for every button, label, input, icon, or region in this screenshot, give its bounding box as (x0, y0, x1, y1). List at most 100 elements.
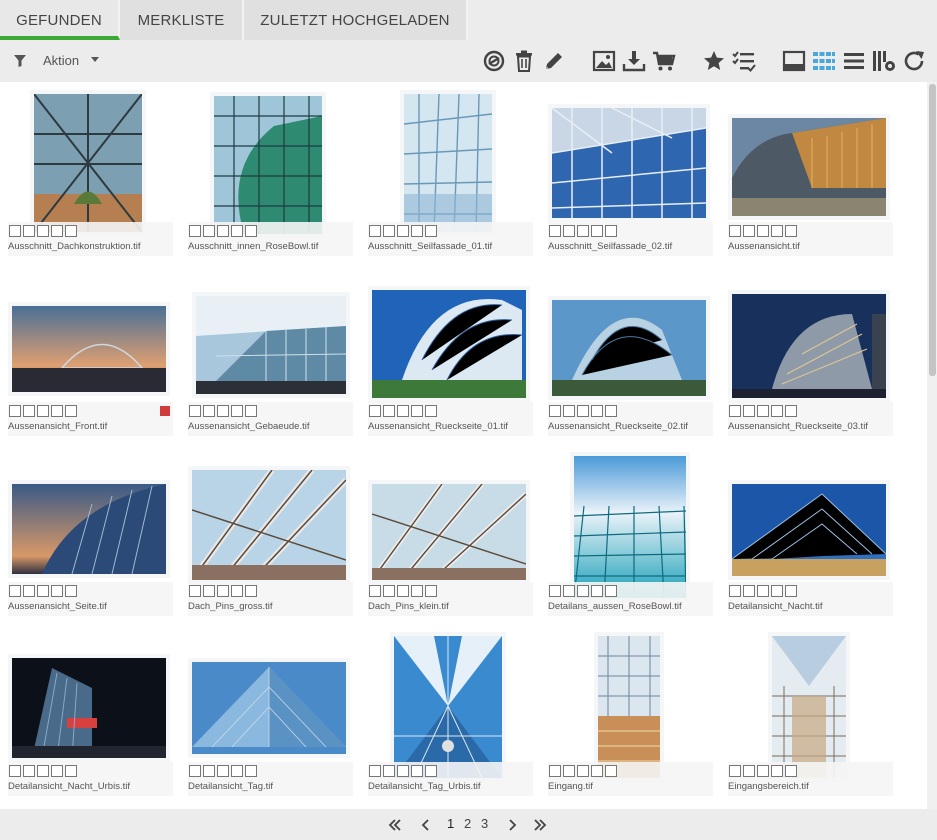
rating-box[interactable] (729, 765, 741, 777)
rating-box[interactable] (23, 405, 35, 417)
rating-box[interactable] (397, 765, 409, 777)
rating-box[interactable] (757, 765, 769, 777)
rating-box[interactable] (757, 225, 769, 237)
asset-thumbnail[interactable] (192, 662, 346, 754)
rating-box[interactable] (51, 405, 63, 417)
rating-box[interactable] (189, 225, 201, 237)
rating-box[interactable] (23, 765, 35, 777)
rating-box[interactable] (217, 405, 229, 417)
rating-box[interactable] (65, 585, 77, 597)
rating-box[interactable] (203, 765, 215, 777)
asset-thumbnail[interactable] (12, 658, 166, 758)
rating-box[interactable] (369, 225, 381, 237)
rating-box[interactable] (785, 405, 797, 417)
rating-box[interactable] (397, 585, 409, 597)
rating-box[interactable] (23, 585, 35, 597)
pencil-icon[interactable] (542, 49, 566, 73)
tab-merkliste[interactable]: MERKLISTE (120, 0, 244, 40)
rating-box[interactable] (245, 225, 257, 237)
rating-box[interactable] (591, 225, 603, 237)
rating-box[interactable] (411, 225, 423, 237)
rating-box[interactable] (189, 405, 201, 417)
rating-box[interactable] (605, 225, 617, 237)
rating-box[interactable] (397, 225, 409, 237)
rating-box[interactable] (37, 405, 49, 417)
rating-box[interactable] (729, 405, 741, 417)
rating-box[interactable] (383, 585, 395, 597)
page-1[interactable]: 1 (447, 816, 454, 831)
rating-box[interactable] (37, 585, 49, 597)
page-3[interactable]: 3 (481, 816, 488, 831)
rating-box[interactable] (369, 765, 381, 777)
asset-thumbnail[interactable] (598, 636, 660, 778)
chevron-down-icon[interactable] (91, 57, 99, 62)
rating-box[interactable] (549, 765, 561, 777)
rating-box[interactable] (425, 225, 437, 237)
rating-box[interactable] (383, 405, 395, 417)
rating-box[interactable] (549, 585, 561, 597)
asset-thumbnail[interactable] (196, 296, 346, 394)
rating-box[interactable] (65, 225, 77, 237)
rating-box[interactable] (591, 585, 603, 597)
rating-box[interactable] (23, 225, 35, 237)
rating-box[interactable] (743, 405, 755, 417)
rating-box[interactable] (411, 405, 423, 417)
next-page-icon[interactable] (505, 818, 519, 832)
rating-box[interactable] (189, 585, 201, 597)
rating-box[interactable] (785, 225, 797, 237)
rating-box[interactable] (217, 225, 229, 237)
rating-box[interactable] (425, 585, 437, 597)
rating-box[interactable] (9, 765, 21, 777)
refresh-icon[interactable] (902, 49, 926, 73)
asset-thumbnail[interactable] (192, 470, 346, 580)
rating-box[interactable] (51, 585, 63, 597)
asset-thumbnail[interactable] (214, 96, 322, 234)
tab-zuletzt-hochgeladen[interactable]: ZULETZT HOCHGELADEN (244, 0, 468, 40)
rating-box[interactable] (425, 765, 437, 777)
rating-box[interactable] (729, 225, 741, 237)
rating-box[interactable] (231, 225, 243, 237)
rating-box[interactable] (65, 405, 77, 417)
rating-box[interactable] (383, 765, 395, 777)
rating-box[interactable] (37, 225, 49, 237)
scrollbar-thumb[interactable] (929, 84, 936, 376)
rating-box[interactable] (771, 585, 783, 597)
first-page-icon[interactable] (388, 818, 402, 832)
rating-box[interactable] (563, 765, 575, 777)
asset-thumbnail[interactable] (552, 300, 706, 396)
rating-box[interactable] (9, 225, 21, 237)
rating-box[interactable] (411, 585, 423, 597)
rating-box[interactable] (203, 585, 215, 597)
rating-box[interactable] (605, 765, 617, 777)
asset-thumbnail[interactable] (772, 636, 846, 778)
rating-box[interactable] (785, 765, 797, 777)
rating-box[interactable] (231, 765, 243, 777)
rating-box[interactable] (605, 405, 617, 417)
rating-box[interactable] (743, 225, 755, 237)
action-menu[interactable]: Aktion (43, 53, 79, 68)
asset-thumbnail[interactable] (404, 94, 492, 232)
checklist-icon[interactable] (732, 49, 756, 73)
rating-box[interactable] (203, 225, 215, 237)
asset-thumbnail[interactable] (552, 108, 706, 218)
rating-box[interactable] (743, 585, 755, 597)
tab-gefunden[interactable]: GEFUNDEN (0, 0, 120, 40)
single-view-icon[interactable] (782, 49, 806, 73)
grid-view-icon[interactable] (812, 49, 836, 73)
asset-thumbnail[interactable] (574, 456, 686, 598)
rating-box[interactable] (605, 585, 617, 597)
rating-box[interactable] (411, 765, 423, 777)
rating-box[interactable] (591, 405, 603, 417)
rating-box[interactable] (577, 765, 589, 777)
rating-box[interactable] (51, 765, 63, 777)
rating-box[interactable] (743, 765, 755, 777)
asset-thumbnail[interactable] (34, 94, 142, 232)
rating-box[interactable] (549, 225, 561, 237)
last-page-icon[interactable] (533, 818, 547, 832)
asset-thumbnail[interactable] (732, 118, 886, 216)
rating-box[interactable] (785, 585, 797, 597)
rating-box[interactable] (203, 405, 215, 417)
rating-box[interactable] (231, 585, 243, 597)
rating-box[interactable] (37, 765, 49, 777)
asset-thumbnail[interactable] (372, 484, 526, 580)
